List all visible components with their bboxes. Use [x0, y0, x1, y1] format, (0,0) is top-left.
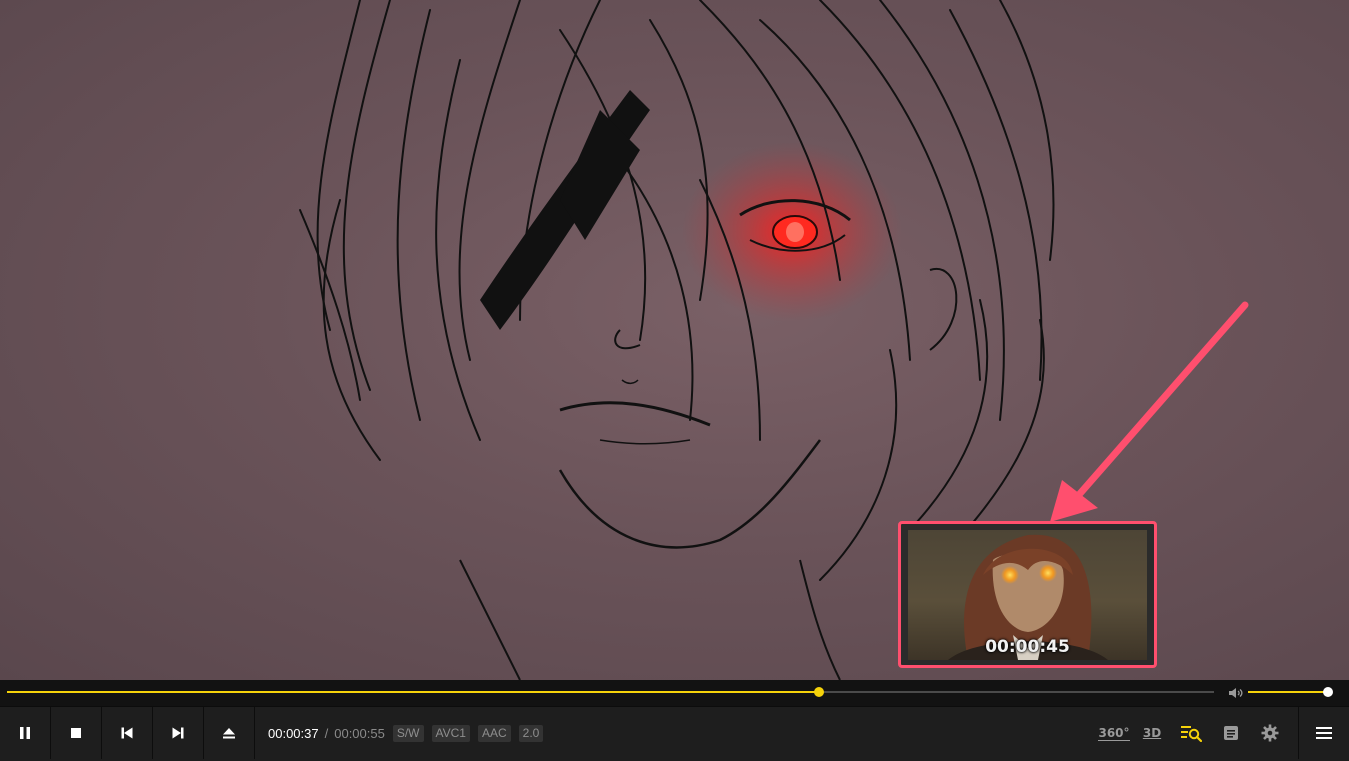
vr360-button[interactable]: 360°	[1098, 721, 1130, 745]
thumbnail-image: 00:00:45	[908, 530, 1147, 660]
vr360-icon: 360°	[1098, 725, 1130, 741]
audio-codec-badge[interactable]: AAC	[477, 725, 511, 742]
time-and-codec-info: 00:00:37 / 00:00:55 S/W AVC1 AAC 2.0	[268, 725, 544, 742]
subtitle-button[interactable]	[1218, 721, 1244, 745]
hamburger-menu-icon	[1316, 727, 1332, 739]
next-icon	[172, 727, 184, 739]
stop-button[interactable]	[51, 707, 102, 759]
audio-channels-badge[interactable]: 2.0	[518, 725, 544, 742]
volume-slider[interactable]	[1248, 687, 1333, 697]
video-display[interactable]: 00:00:45	[0, 0, 1349, 680]
seek-bar-row	[0, 680, 1349, 706]
thumbnail-time-label: 00:00:45	[985, 637, 1070, 657]
previous-button[interactable]	[102, 707, 153, 759]
eject-icon	[223, 728, 235, 739]
seek-bar[interactable]	[7, 687, 1214, 697]
subtitle-icon	[1224, 726, 1238, 740]
menu-divider	[1298, 707, 1299, 759]
current-time: 00:00:37	[268, 726, 319, 741]
pause-icon	[20, 727, 30, 739]
eject-button[interactable]	[204, 707, 255, 759]
previous-icon	[121, 727, 133, 739]
volume-handle[interactable]	[1323, 687, 1333, 697]
volume-icon[interactable]	[1227, 685, 1243, 701]
3d-icon: 3D	[1142, 726, 1162, 740]
playlist-search-button[interactable]	[1178, 721, 1204, 745]
video-codec-badge[interactable]: AVC1	[431, 725, 470, 742]
stop-icon	[71, 728, 81, 738]
control-bar: 00:00:37 / 00:00:55 S/W AVC1 AAC 2.0 360…	[0, 706, 1349, 761]
volume-level	[1248, 691, 1328, 693]
callout-arrow	[1050, 301, 1249, 522]
gear-icon	[1261, 724, 1279, 742]
seek-preview-thumbnail: 00:00:45	[898, 521, 1157, 668]
main-menu-button[interactable]	[1311, 721, 1337, 745]
renderer-badge[interactable]: S/W	[392, 725, 424, 742]
seek-bar-progress	[7, 691, 819, 693]
3d-button[interactable]: 3D	[1139, 721, 1165, 745]
pause-button[interactable]	[0, 707, 51, 759]
settings-button[interactable]	[1257, 721, 1283, 745]
duration: 00:00:55	[334, 726, 385, 741]
media-player: 00:00:45 00:00:37 / 00:00:55 S/W AVC1 AA…	[0, 0, 1349, 761]
time-separator: /	[324, 726, 329, 741]
playlist-search-icon	[1181, 726, 1202, 742]
seek-bar-handle[interactable]	[813, 687, 824, 697]
next-button[interactable]	[153, 707, 204, 759]
